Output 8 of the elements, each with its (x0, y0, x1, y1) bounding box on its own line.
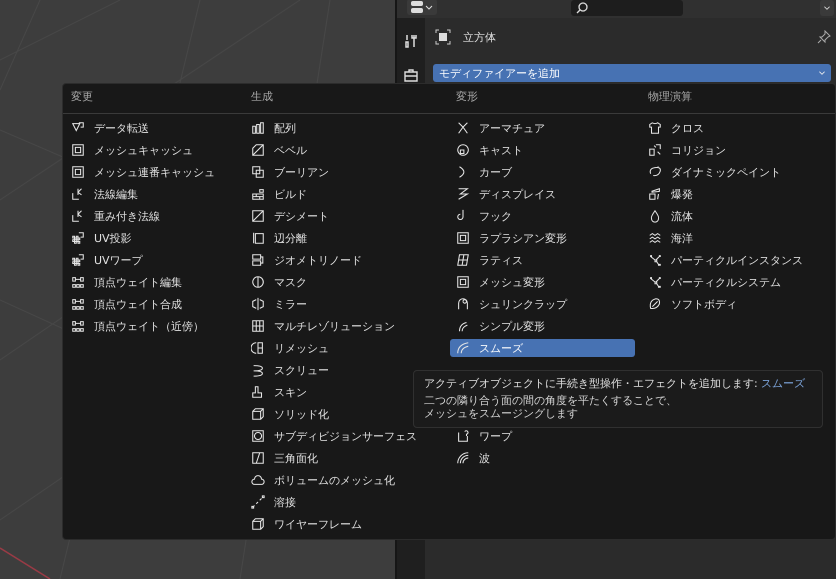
object-name: 立方体 (463, 30, 496, 44)
column-heading: 物理演算 (647, 89, 693, 105)
tooltip-description: 二つの隣り合う面の間の角度を平たくすることで、 (424, 394, 678, 407)
column-heading: 変更 (70, 89, 94, 105)
column-heading: 生成 (250, 89, 274, 105)
column-heading: 変形 (455, 89, 479, 105)
tooltip-title: アクティブオブジェクトに手続き型操作・エフェクトを追加します: スムーズ (424, 377, 806, 390)
tooltip-description: メッシュをスムージングします (424, 407, 579, 420)
